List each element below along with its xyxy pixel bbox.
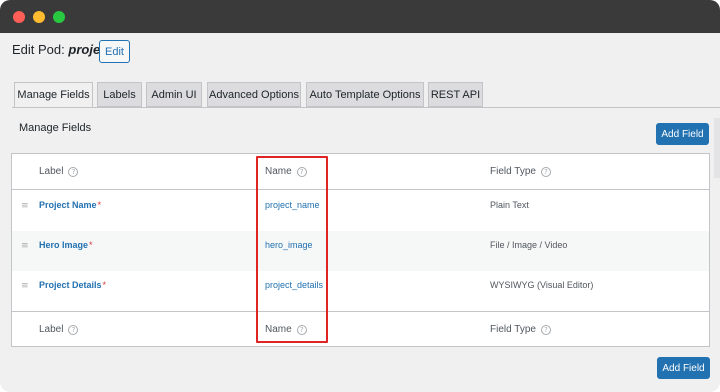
tab-divider xyxy=(12,107,720,108)
edit-pod-button[interactable]: Edit xyxy=(99,40,130,63)
title-bar xyxy=(0,0,720,33)
required-marker: * xyxy=(89,240,93,250)
fields-table: Label ? Name ? Field Type ? ≡ Project Na… xyxy=(11,153,710,347)
tab-auto-template-options[interactable]: Auto Template Options xyxy=(306,82,424,107)
field-type: Plain Text xyxy=(490,200,529,210)
table-footer: Label ? Name ? Field Type ? xyxy=(12,311,709,347)
page-title-prefix: Edit Pod: xyxy=(12,42,65,57)
field-label-link[interactable]: Project Details* xyxy=(39,280,106,290)
required-marker: * xyxy=(102,280,107,290)
maximize-window-button[interactable] xyxy=(53,11,65,23)
field-type: File / Image / Video xyxy=(490,240,568,250)
tab-manage-fields[interactable]: Manage Fields xyxy=(14,82,93,108)
field-label-link[interactable]: Project Name* xyxy=(39,200,101,210)
tab-advanced-options[interactable]: Advanced Options xyxy=(207,82,301,107)
tab-admin-ui[interactable]: Admin UI xyxy=(146,82,202,107)
required-marker: * xyxy=(97,200,102,210)
column-footer-label[interactable]: Label ? xyxy=(39,324,79,335)
field-type: WYSIWYG (Visual Editor) xyxy=(490,280,594,290)
add-field-button-top[interactable]: Add Field xyxy=(656,123,709,145)
table-row: ≡ Project Details* project_details WYSIW… xyxy=(12,271,709,311)
scrollbar[interactable] xyxy=(714,118,720,178)
page-title: Edit Pod: project xyxy=(12,42,112,57)
table-row: ≡ Hero Image* hero_image File / Image / … xyxy=(12,231,709,271)
tab-rest-api[interactable]: REST API xyxy=(428,82,483,107)
drag-handle-icon[interactable]: ≡ xyxy=(21,241,29,251)
table-row: ≡ Project Name* project_name Plain Text xyxy=(12,191,709,231)
help-circle-icon[interactable]: ? xyxy=(68,324,79,335)
minimize-window-button[interactable] xyxy=(33,11,45,23)
field-label-link[interactable]: Hero Image* xyxy=(39,240,93,250)
section-title: Manage Fields xyxy=(19,122,92,134)
help-circle-icon[interactable]: ? xyxy=(68,166,79,177)
drag-handle-icon[interactable]: ≡ xyxy=(21,281,29,291)
column-header-field-type[interactable]: Field Type ? xyxy=(490,166,551,177)
add-field-button-bottom[interactable]: Add Field xyxy=(657,357,710,379)
help-circle-icon[interactable]: ? xyxy=(540,324,551,335)
column-header-label[interactable]: Label ? xyxy=(39,166,79,177)
tab-labels[interactable]: Labels xyxy=(97,82,142,107)
column-footer-field-type[interactable]: Field Type ? xyxy=(490,324,551,335)
close-window-button[interactable] xyxy=(13,11,25,23)
table-header: Label ? Name ? Field Type ? xyxy=(12,154,709,190)
help-circle-icon[interactable]: ? xyxy=(540,166,551,177)
name-column-highlight xyxy=(256,156,328,343)
app-window: Edit Pod: project Edit Manage Fields Lab… xyxy=(0,0,720,392)
drag-handle-icon[interactable]: ≡ xyxy=(21,201,29,211)
